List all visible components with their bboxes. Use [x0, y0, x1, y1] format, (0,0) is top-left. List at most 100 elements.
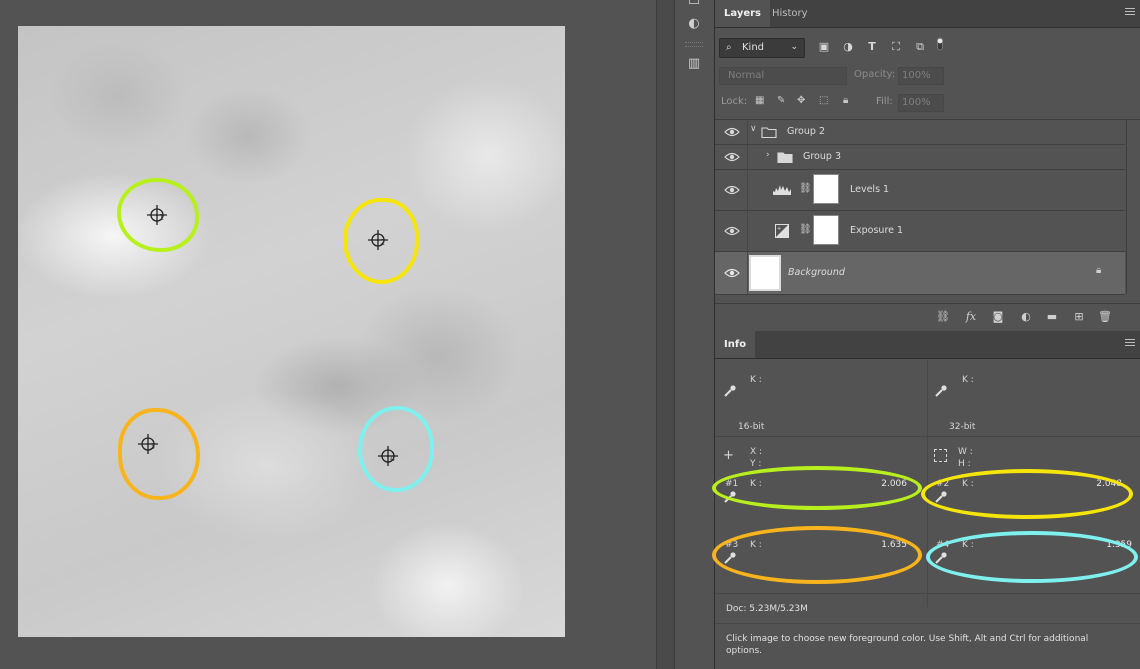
panel-dock-gutter [656, 0, 675, 669]
strip-grip[interactable] [685, 42, 703, 47]
doc-size: Doc: 5.23M/5.23M [726, 604, 808, 614]
lock-label: Lock: [721, 96, 748, 107]
eye-icon[interactable] [724, 184, 740, 196]
eye-icon[interactable] [724, 151, 740, 163]
x-label: X : [750, 447, 763, 457]
properties-icon[interactable]: ▭ [686, 0, 702, 10]
info-readout-left: K : 16-bit [715, 360, 927, 436]
filter-kind-label: Kind [742, 42, 765, 53]
layer-mask-thumbnail[interactable] [813, 215, 839, 245]
sampler-2-annotation [921, 469, 1133, 519]
eye-icon[interactable] [724, 225, 740, 237]
link-icon[interactable]: ⛓︎ [799, 183, 812, 194]
layer-filter-row: ⌕ Kind ⌄ ▣ ◑ T ⛶ ⧉ [715, 33, 1140, 61]
adjustments-icon[interactable]: ◐ [686, 16, 702, 32]
svg-text:+: + [777, 226, 781, 232]
filter-type-icon[interactable]: T [866, 41, 878, 53]
canvas-area: 1 2 3 4 [0, 0, 656, 669]
layer-thumbnail[interactable] [749, 255, 781, 291]
sampler-3-highlight [118, 408, 200, 500]
layer-row[interactable]: ⛓︎ Levels 1 [715, 170, 1125, 211]
lock-icon: 🔒︎ [1096, 265, 1102, 276]
tab-info[interactable]: Info [715, 331, 756, 358]
folder-icon [777, 152, 793, 163]
color-sampler-2[interactable]: 2 [368, 230, 388, 250]
blend-mode-select[interactable]: Normal [719, 67, 847, 85]
filter-adjustment-icon[interactable]: ◑ [842, 41, 854, 53]
new-adjustment-icon[interactable]: ◐ [1019, 310, 1033, 324]
sampler-number: 2 [380, 238, 386, 247]
layers-scrollbar[interactable] [1126, 120, 1140, 294]
exposure-icon: + [775, 224, 789, 238]
eye-icon[interactable] [724, 126, 740, 138]
layer-row[interactable]: › Group 3 [715, 145, 1125, 170]
trash-icon[interactable]: 🗑︎ [1098, 310, 1112, 324]
lock-image-icon[interactable]: ✎ [777, 95, 785, 106]
layer-row[interactable]: + ⛓︎ Exposure 1 [715, 211, 1125, 252]
filter-kind-select[interactable]: ⌕ Kind ⌄ [719, 38, 805, 58]
document-canvas[interactable]: 1 2 3 4 [18, 26, 565, 637]
filter-toggle-icon[interactable] [936, 37, 944, 51]
chevron-down-icon[interactable]: ∨ [750, 124, 757, 134]
opacity-input[interactable]: 100% [898, 67, 944, 85]
layer-row-selected[interactable]: Background 🔒︎ [715, 252, 1125, 295]
layers-list: ∨ Group 2 › Group 3 ⛓︎ Levels 1 + ⛓︎ Exp… [715, 119, 1140, 295]
info-tabbar: Info [715, 331, 1140, 359]
new-layer-icon[interactable]: ⊞ [1072, 310, 1086, 324]
tab-history[interactable]: History [763, 0, 817, 27]
link-layers-icon[interactable]: ⛓︎ [936, 310, 950, 324]
sampler-4-annotation [926, 531, 1138, 583]
eyedropper-icon[interactable] [934, 384, 948, 398]
layer-name: Exposure 1 [850, 225, 904, 236]
new-group-icon[interactable]: ▬ [1045, 310, 1059, 324]
fill-input[interactable]: 100% [898, 94, 944, 112]
panel-menu-icon[interactable] [1125, 8, 1135, 18]
fx-icon[interactable]: fx [964, 310, 978, 324]
color-sampler-3[interactable]: 3 [138, 434, 158, 454]
fill-label: Fill: [876, 96, 893, 107]
sampler-3-annotation [712, 526, 922, 584]
panel-menu-icon[interactable] [1125, 339, 1135, 349]
eyedropper-icon[interactable] [723, 384, 737, 398]
bit-depth-label[interactable]: 32-bit [949, 422, 975, 432]
opacity-label: Opacity: [854, 69, 896, 80]
info-panel-body: K : 16-bit K : 32-bit + X : Y : W : H : … [712, 360, 1140, 669]
layer-row[interactable]: ∨ Group 2 [715, 120, 1125, 145]
sampler-1-annotation [712, 466, 922, 510]
layer-name: Group 3 [803, 151, 841, 162]
w-label: W : [958, 447, 973, 457]
libraries-icon[interactable]: ▥ [686, 56, 702, 72]
color-sampler-4[interactable]: 4 [378, 446, 398, 466]
layer-mask-thumbnail[interactable] [813, 174, 839, 204]
lock-artboard-icon[interactable]: ⬚ [819, 95, 828, 106]
filter-pixel-icon[interactable]: ▣ [818, 41, 830, 53]
lock-transparent-icon[interactable]: ▦ [755, 95, 764, 106]
chevron-right-icon[interactable]: › [766, 150, 770, 160]
add-mask-icon[interactable]: ◙ [991, 310, 1005, 324]
layer-name: Levels 1 [850, 184, 890, 195]
selection-size-icon [934, 449, 947, 462]
levels-icon [773, 185, 791, 195]
filter-smartobject-icon[interactable]: ⧉ [914, 41, 926, 53]
lock-all-icon[interactable]: 🔒︎ [843, 95, 848, 106]
lock-position-icon[interactable]: ✥ [797, 95, 805, 106]
h-label: H : [958, 459, 971, 469]
color-sampler-1[interactable]: 1 [147, 205, 167, 225]
blend-opacity-row: Normal Opacity: 100% [715, 65, 1140, 87]
link-icon[interactable]: ⛓︎ [799, 224, 812, 235]
chevron-down-icon: ⌄ [790, 42, 798, 52]
folder-icon [761, 127, 777, 138]
layer-name: Group 2 [787, 126, 825, 137]
filter-shape-icon[interactable]: ⛶ [890, 41, 902, 53]
layers-tabbar: Layers History [715, 0, 1140, 28]
eye-icon[interactable] [724, 267, 740, 279]
bit-depth-label[interactable]: 16-bit [738, 422, 764, 432]
tab-layers[interactable]: Layers [715, 0, 770, 27]
search-icon: ⌕ [726, 42, 732, 53]
k-label: K : [962, 375, 974, 385]
panel-column: Layers History ⌕ Kind ⌄ ▣ ◑ T ⛶ ⧉ Normal… [712, 0, 1140, 669]
layer-name: Background [788, 267, 845, 278]
y-label: Y : [750, 459, 762, 469]
sampler-number: 3 [150, 442, 156, 451]
sampler-number: 4 [390, 454, 396, 463]
